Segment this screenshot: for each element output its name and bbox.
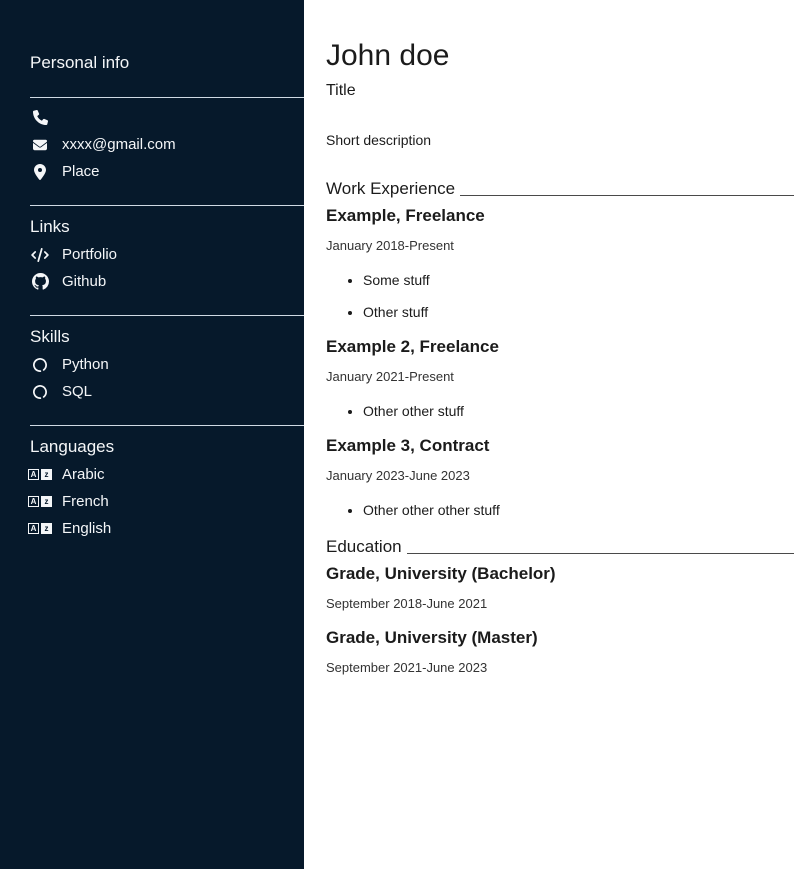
envelope-icon (30, 138, 50, 152)
circle-notch-icon (28, 382, 52, 402)
divider (30, 205, 304, 206)
entry-date: September 2018-June 2021 (326, 596, 794, 612)
language-label: French (62, 493, 109, 510)
person-title: Title (326, 81, 794, 100)
section-heading-education: Education (326, 537, 794, 557)
github-link-label[interactable]: Github (62, 273, 106, 290)
portfolio-link-label[interactable]: Portfolio (62, 246, 117, 263)
skill-label: Python (62, 356, 109, 373)
entry-title: Example, Freelance (326, 206, 794, 226)
language-label: Arabic (62, 466, 105, 483)
entry-date: September 2021-June 2023 (326, 660, 794, 676)
link-row-github[interactable]: Github (30, 268, 304, 295)
divider (30, 97, 304, 98)
entry-title: Example 3, Contract (326, 436, 794, 456)
sidebar-section-title-personal-info: Personal info (30, 52, 304, 73)
language-label: English (62, 520, 111, 537)
heading-rule (407, 553, 794, 554)
skill-label: SQL (62, 383, 92, 400)
entry-bullet-list: Other other other stuff (326, 502, 794, 519)
entry-title: Example 2, Freelance (326, 337, 794, 357)
language-row-english: Az English (30, 515, 304, 542)
sidebar-section-title-languages: Languages (30, 436, 304, 457)
entry-bullet-list: Other other stuff (326, 403, 794, 420)
contact-row-place: Place (30, 158, 304, 185)
skill-row-sql: SQL (30, 378, 304, 405)
section-heading-label: Education (326, 537, 402, 557)
divider (30, 315, 304, 316)
entry-bullet-list: Some stuff Other stuff (326, 272, 794, 321)
sidebar-section-title-skills: Skills (30, 326, 304, 347)
language-icon: Az (30, 469, 50, 480)
place-value: Place (62, 163, 100, 180)
bullet-item: Some stuff (363, 272, 794, 289)
entry-date: January 2021-Present (326, 369, 794, 385)
language-row-arabic: Az Arabic (30, 461, 304, 488)
heading-rule (460, 195, 794, 196)
section-heading-label: Work Experience (326, 179, 455, 199)
divider (30, 425, 304, 426)
link-row-portfolio[interactable]: Portfolio (30, 241, 304, 268)
phone-icon (30, 110, 50, 125)
sidebar-section-title-links: Links (30, 216, 304, 237)
location-pin-icon (30, 164, 50, 180)
language-icon: Az (30, 496, 50, 507)
code-icon (30, 248, 50, 262)
github-icon (30, 273, 50, 290)
language-row-french: Az French (30, 488, 304, 515)
entry-date: January 2023-June 2023 (326, 468, 794, 484)
entry-date: January 2018-Present (326, 238, 794, 254)
bullet-item: Other other other stuff (363, 502, 794, 519)
resume-main: John doe Title Short description Work Ex… (304, 0, 794, 869)
circle-notch-icon (28, 355, 52, 375)
email-value: xxxx@gmail.com (62, 136, 176, 153)
bullet-item: Other stuff (363, 304, 794, 321)
short-description: Short description (326, 132, 794, 149)
section-heading-work-experience: Work Experience (326, 179, 794, 199)
bullet-item: Other other stuff (363, 403, 794, 420)
contact-row-email: xxxx@gmail.com (30, 131, 304, 158)
language-icon: Az (30, 523, 50, 534)
entry-title: Grade, University (Bachelor) (326, 564, 794, 584)
skill-row-python: Python (30, 351, 304, 378)
sidebar: Personal info xxxx@gmail.com Place Links… (0, 0, 304, 869)
entry-title: Grade, University (Master) (326, 628, 794, 648)
contact-row-phone (30, 104, 304, 131)
person-name: John doe (326, 38, 794, 73)
